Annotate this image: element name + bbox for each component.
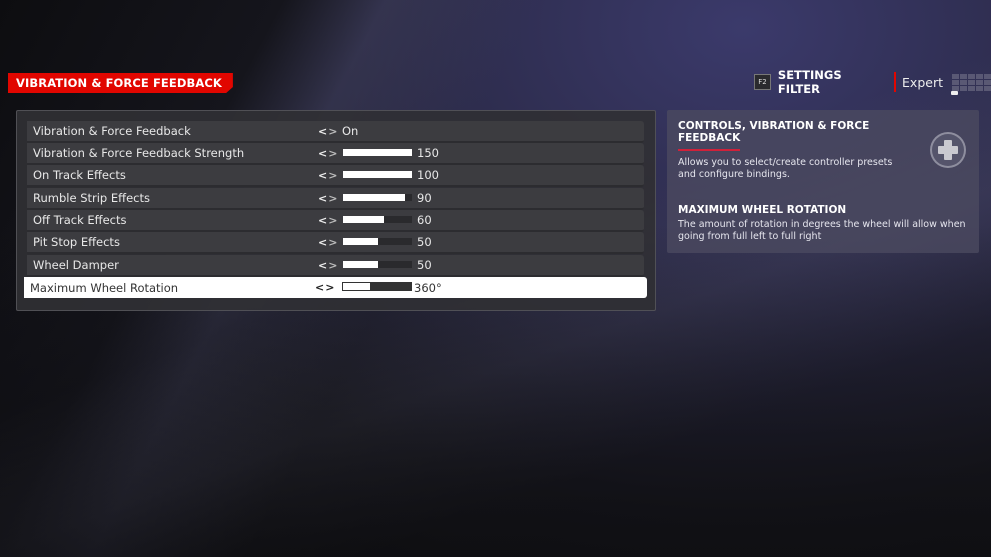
setting-label: Vibration & Force Feedback Strength xyxy=(33,146,245,160)
f2-key-icon: F2 xyxy=(754,74,771,90)
setting-label: On Track Effects xyxy=(33,168,126,182)
setting-value: 100 xyxy=(417,168,439,182)
chevron-right-icon[interactable]: > xyxy=(325,281,335,294)
setting-slider[interactable] xyxy=(343,238,412,245)
slider-fill xyxy=(343,283,371,290)
setting-row[interactable]: Vibration & Force Feedback Strength <> 150 xyxy=(27,143,644,165)
slider-fill xyxy=(343,216,385,223)
chevron-left-icon[interactable]: < xyxy=(318,147,328,160)
settings-filter-value[interactable]: Expert xyxy=(902,75,943,90)
chevron-left-icon[interactable]: < xyxy=(318,192,328,205)
setting-arrows[interactable]: <> xyxy=(318,125,338,138)
setting-value: 60 xyxy=(417,213,432,227)
setting-label: Maximum Wheel Rotation xyxy=(30,280,179,295)
settings-filter[interactable]: F2 SETTINGS FILTER Expert xyxy=(750,68,991,96)
info-title: CONTROLS, VIBRATION & FORCE FEEDBACK xyxy=(678,120,870,144)
slider-fill xyxy=(343,171,412,178)
info-title-underline xyxy=(678,149,740,151)
setting-row[interactable]: Pit Stop Effects <> 50 xyxy=(27,232,644,254)
setting-label: Off Track Effects xyxy=(33,213,127,227)
setting-arrows[interactable]: <> xyxy=(318,147,338,160)
slider-fill xyxy=(343,238,378,245)
setting-slider[interactable] xyxy=(343,216,412,223)
chevron-right-icon[interactable]: > xyxy=(328,169,338,182)
info-panel: CONTROLS, VIBRATION & FORCE FEEDBACK All… xyxy=(667,110,979,253)
chevron-right-icon[interactable]: > xyxy=(328,236,338,249)
setting-value: 150 xyxy=(417,146,439,160)
slider-fill xyxy=(343,149,412,156)
setting-slider[interactable] xyxy=(343,261,412,268)
chevron-right-icon[interactable]: > xyxy=(328,192,338,205)
info-description: Allows you to select/create controller p… xyxy=(678,157,893,180)
setting-slider[interactable] xyxy=(343,149,412,156)
setting-value: 50 xyxy=(417,258,432,272)
setting-value: 90 xyxy=(417,191,432,205)
chevron-left-icon[interactable]: < xyxy=(315,281,325,294)
settings-filter-label: SETTINGS FILTER xyxy=(777,68,842,96)
info-setting-description: The amount of rotation in degrees the wh… xyxy=(678,219,966,242)
page-title: VIBRATION & FORCE FEEDBACK xyxy=(8,73,233,93)
setting-arrows[interactable]: <> xyxy=(318,169,338,182)
setting-arrows[interactable]: <> xyxy=(318,192,338,205)
setting-row[interactable]: Rumble Strip Effects <> 90 xyxy=(27,188,644,210)
chevron-left-icon[interactable]: < xyxy=(318,214,328,227)
chevron-right-icon[interactable]: > xyxy=(328,214,338,227)
setting-label: Vibration & Force Feedback xyxy=(33,124,191,138)
setting-slider[interactable] xyxy=(343,171,412,178)
setting-row[interactable]: On Track Effects <> 100 xyxy=(27,165,644,187)
chevron-right-icon[interactable]: > xyxy=(328,147,338,160)
chevron-left-icon[interactable]: < xyxy=(318,236,328,249)
chevron-left-icon[interactable]: < xyxy=(318,259,328,272)
setting-label: Pit Stop Effects xyxy=(33,235,120,249)
setting-row[interactable]: Maximum Wheel Rotation <> 360° xyxy=(24,277,647,298)
chevron-right-icon[interactable]: > xyxy=(328,125,338,138)
setting-value: 50 xyxy=(417,235,432,249)
chevron-left-icon[interactable]: < xyxy=(318,125,328,138)
dpad-icon xyxy=(930,132,966,168)
chevron-right-icon[interactable]: > xyxy=(328,259,338,272)
setting-arrows[interactable]: <> xyxy=(315,281,335,294)
setting-arrows[interactable]: <> xyxy=(318,259,338,272)
setting-slider[interactable] xyxy=(343,194,412,201)
info-setting-title: MAXIMUM WHEEL ROTATION xyxy=(678,204,847,216)
settings-list-panel: Vibration & Force Feedback <> On Vibration … xyxy=(16,110,656,311)
filter-level-grid-icon xyxy=(951,73,991,95)
setting-label: Wheel Damper xyxy=(33,258,119,272)
chevron-left-icon[interactable]: < xyxy=(318,169,328,182)
setting-arrows[interactable]: <> xyxy=(318,214,338,227)
setting-arrows[interactable]: <> xyxy=(318,236,338,249)
setting-row[interactable]: Wheel Damper <> 50 xyxy=(27,255,644,277)
slider-fill xyxy=(343,194,406,201)
filter-level-marker xyxy=(951,90,958,95)
setting-slider[interactable] xyxy=(342,282,412,291)
setting-row[interactable]: Vibration & Force Feedback <> On xyxy=(27,121,644,143)
slider-fill xyxy=(343,261,378,268)
setting-label: Rumble Strip Effects xyxy=(33,191,150,205)
setting-value: 360° xyxy=(414,280,442,295)
filter-divider xyxy=(894,72,897,92)
setting-value: On xyxy=(342,124,359,138)
setting-row[interactable]: Off Track Effects <> 60 xyxy=(27,210,644,232)
